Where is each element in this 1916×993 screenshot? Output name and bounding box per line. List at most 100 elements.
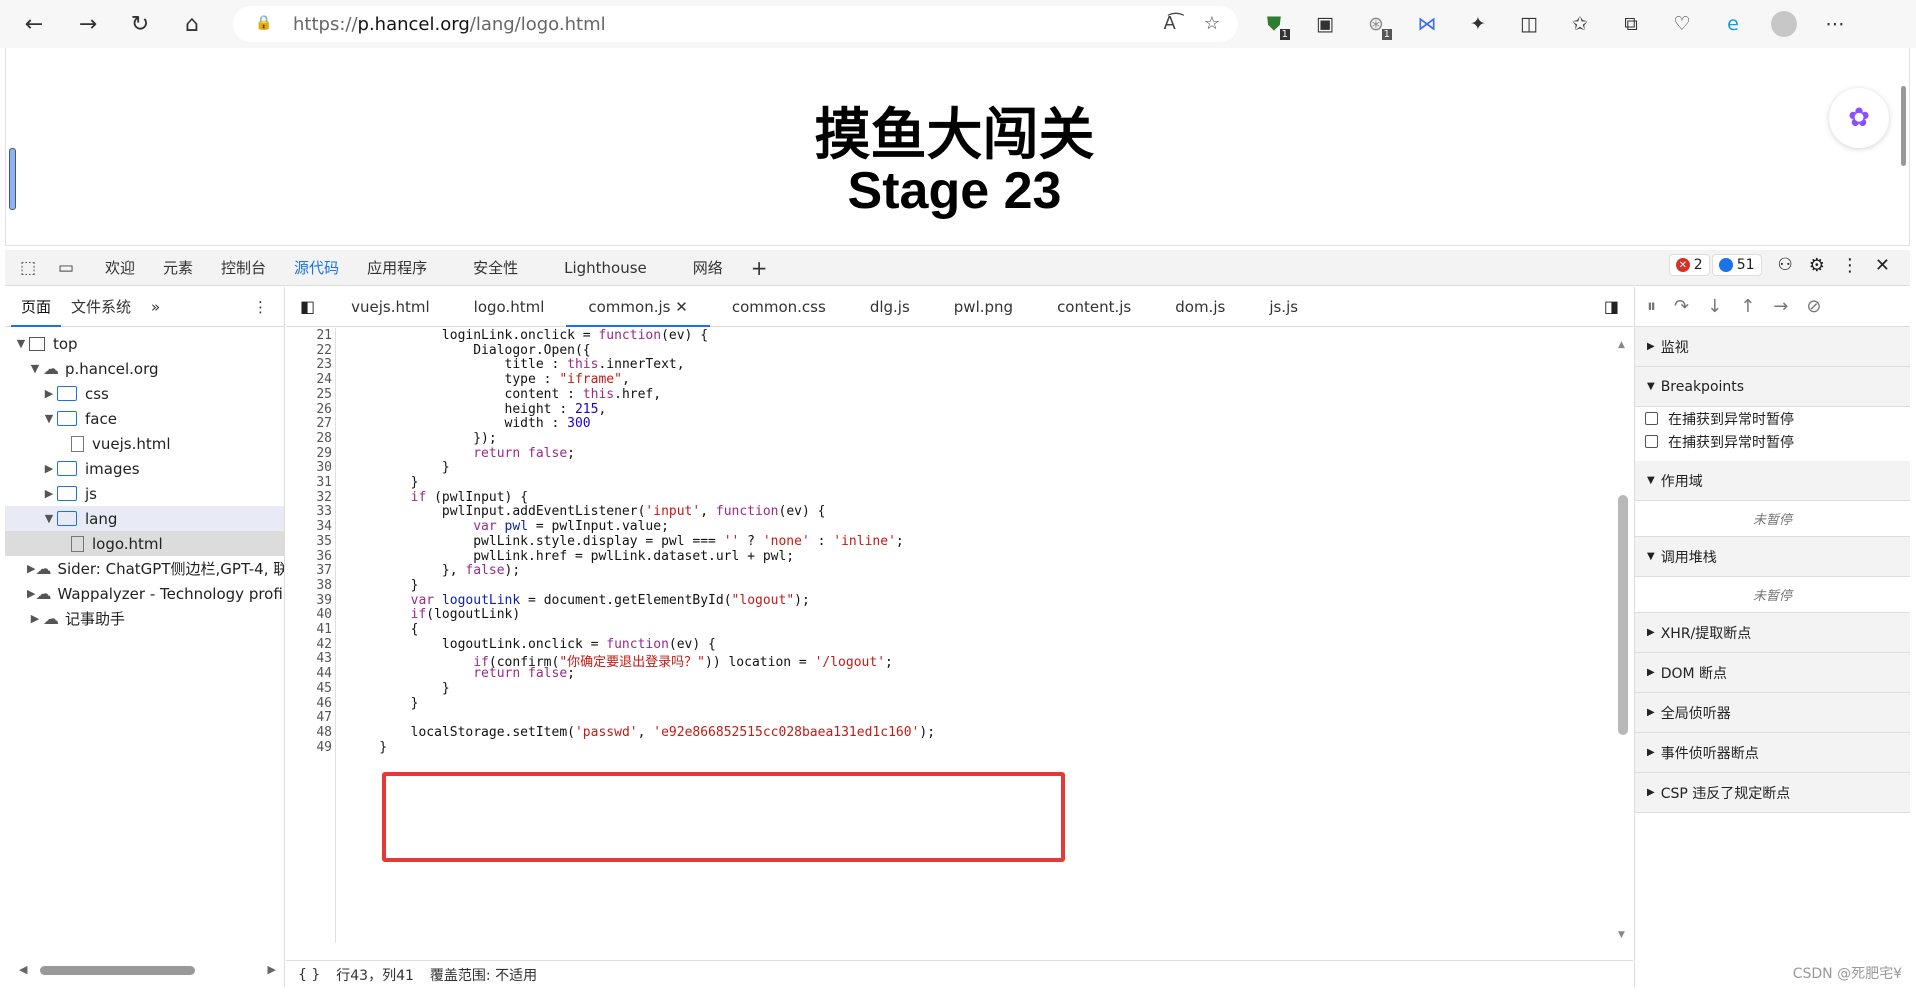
wappalyzer-extension-icon[interactable]: ⊛ 1 — [1360, 8, 1392, 40]
tab-security[interactable]: 安全性 — [459, 257, 532, 278]
collapsed-arrow-icon[interactable]: ▶ — [27, 612, 43, 625]
expanded-arrow-icon[interactable]: ▼ — [41, 512, 57, 525]
tab-elements[interactable]: 元素 — [149, 257, 207, 278]
checkbox-box[interactable] — [1645, 435, 1658, 448]
line-number[interactable]: 32 — [286, 490, 332, 505]
code-line[interactable]: loginLink.onclick = function(ev) { — [348, 328, 708, 343]
code-line[interactable]: var logoutLink = document.getElementById… — [348, 593, 810, 608]
profile-avatar-icon[interactable] — [1768, 8, 1800, 40]
step-out-icon[interactable]: ↑ — [1740, 296, 1755, 317]
editor-tab[interactable]: logo.html — [452, 287, 567, 327]
tree-item[interactable]: ▶ ☁ 记事助手 — [5, 606, 284, 631]
line-number[interactable]: 24 — [286, 372, 332, 387]
pause-icon[interactable]: ⏸ — [1647, 296, 1656, 317]
tree-item[interactable]: ▼ face — [5, 406, 284, 431]
shield-extension-icon[interactable]: ⛊ 1 — [1258, 8, 1290, 40]
code-line[interactable]: pwlLink.style.display = pwl === '' ? 'no… — [348, 534, 904, 549]
line-number[interactable]: 30 — [286, 460, 332, 475]
expanded-arrow-icon[interactable]: ▼ — [27, 362, 43, 375]
editor-scrollbar[interactable]: ▲ ▼ — [1617, 340, 1629, 940]
editor-tab[interactable]: common.css — [710, 287, 848, 327]
code-line[interactable]: { — [348, 622, 419, 637]
code-line[interactable]: height : 215, — [348, 402, 607, 417]
line-number[interactable]: 28 — [286, 431, 332, 446]
code-line[interactable]: } — [348, 460, 450, 475]
line-number[interactable]: 44 — [286, 666, 332, 681]
editor-tab[interactable]: dlg.js — [848, 287, 932, 327]
add-tab-plus-icon[interactable]: + — [737, 256, 782, 280]
inspect-element-icon[interactable]: ⬚ — [13, 258, 43, 278]
code-line[interactable]: } — [348, 681, 450, 696]
toggle-navigator-icon[interactable]: ◧ — [286, 297, 329, 316]
line-number[interactable]: 21 — [286, 328, 332, 343]
step-icon[interactable]: → — [1773, 296, 1788, 317]
read-aloud-icon[interactable]: A͡ — [1164, 13, 1176, 34]
line-number[interactable]: 26 — [286, 402, 332, 417]
editor-tab[interactable]: vuejs.html — [329, 287, 452, 327]
code-line[interactable]: } — [348, 740, 387, 755]
pause-on-exception-checkbox[interactable]: 在捕获到异常时暂停 — [1635, 430, 1910, 453]
tree-item[interactable]: ▼ ☁ p.hancel.org — [5, 356, 284, 381]
checkbox-box[interactable] — [1645, 412, 1658, 425]
more-menu-icon[interactable]: ⋮ — [1841, 255, 1859, 276]
step-over-icon[interactable]: ↷ — [1674, 296, 1689, 317]
code-line[interactable]: return false; — [348, 666, 575, 681]
code-line[interactable]: } — [348, 475, 419, 490]
expanded-arrow-icon[interactable]: ▼ — [13, 337, 29, 350]
collapsed-arrow-icon[interactable]: ▶ — [41, 487, 57, 500]
code-line[interactable]: width : 300 — [348, 416, 591, 431]
tab-welcome[interactable]: 欢迎 — [91, 257, 149, 278]
navigator-scrollbar[interactable]: ◀ ▶ — [15, 963, 280, 977]
debugger-section-header[interactable]: ▶ CSP 违反了规定断点 — [1635, 773, 1910, 813]
code-line[interactable]: }, false); — [348, 563, 520, 578]
line-number[interactable]: 29 — [286, 446, 332, 461]
code-line[interactable]: } — [348, 578, 419, 593]
collapsed-arrow-icon[interactable]: ▶ — [41, 462, 57, 475]
code-line[interactable]: return false; — [348, 446, 575, 461]
collapsed-arrow-icon[interactable]: ▶ — [27, 587, 35, 600]
back-arrow-icon[interactable]: ← — [14, 4, 54, 44]
line-number[interactable]: 27 — [286, 416, 332, 431]
line-number[interactable]: 48 — [286, 725, 332, 740]
page-scrollbar[interactable] — [1897, 56, 1909, 236]
lock-icon[interactable]: 🔒 — [255, 15, 273, 33]
line-number[interactable]: 43 — [286, 651, 332, 666]
home-icon[interactable]: ⌂ — [172, 4, 212, 44]
favorite-star-icon[interactable]: ☆ — [1204, 13, 1220, 34]
tree-item[interactable]: vuejs.html — [5, 431, 284, 456]
split-screen-icon[interactable]: ◫ — [1513, 8, 1545, 40]
line-number[interactable]: 23 — [286, 357, 332, 372]
line-number[interactable]: 42 — [286, 637, 332, 652]
close-devtools-icon[interactable]: ✕ — [1875, 255, 1890, 276]
code-line[interactable]: pwlLink.href = pwlLink.dataset.url + pwl… — [348, 549, 794, 564]
refresh-icon[interactable]: ↻ — [120, 4, 160, 44]
sider-brain-icon[interactable]: ✿ — [1829, 88, 1889, 148]
debugger-section-header[interactable]: ▼ Breakpoints — [1635, 367, 1910, 407]
line-number[interactable]: 40 — [286, 607, 332, 622]
url-text[interactable]: https://p.hancel.org/lang/logo.html — [293, 14, 606, 35]
collapsed-arrow-icon[interactable]: ▶ — [27, 562, 35, 575]
tree-item[interactable]: logo.html — [5, 531, 284, 556]
line-number[interactable]: 49 — [286, 740, 332, 755]
editor-tab-active[interactable]: common.js ✕ — [566, 286, 710, 327]
message-count-badge[interactable]: 51 — [1711, 254, 1762, 276]
error-count-badge[interactable]: ✕ 2 — [1668, 254, 1710, 276]
settings-gear-icon[interactable]: ⚙ — [1809, 255, 1825, 276]
line-number[interactable]: 46 — [286, 696, 332, 711]
code-line[interactable]: }); — [348, 431, 497, 446]
code-line[interactable]: localStorage.setItem('passwd', 'e92e8668… — [348, 725, 935, 740]
tab-lighthouse[interactable]: Lighthouse — [550, 259, 661, 277]
translate-extension-icon[interactable]: ⋈ — [1411, 8, 1443, 40]
more-tabs-chevron-icon[interactable]: » — [141, 287, 170, 327]
line-number[interactable]: 47 — [286, 710, 332, 725]
code-line[interactable]: type : "iframe", — [348, 372, 630, 387]
pause-on-exception-checkbox[interactable]: 在捕获到异常时暂停 — [1635, 407, 1910, 430]
expanded-arrow-icon[interactable]: ▼ — [41, 412, 57, 425]
tree-item[interactable]: ▶ ☁ Sider: ChatGPT侧边栏,GPT-4, 联 — [5, 556, 284, 581]
line-number[interactable]: 35 — [286, 534, 332, 549]
navigator-menu-icon[interactable]: ⋮ — [243, 287, 278, 327]
collapsed-arrow-icon[interactable]: ▶ — [41, 387, 57, 400]
extensions-puzzle-icon[interactable]: ✦ — [1462, 8, 1494, 40]
toggle-debugger-icon[interactable]: ◨ — [1604, 297, 1619, 316]
favorites-icon[interactable]: ✩ — [1564, 8, 1596, 40]
